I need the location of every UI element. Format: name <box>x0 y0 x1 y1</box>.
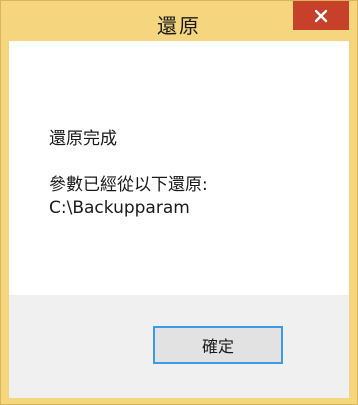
ok-button[interactable]: 確定 <box>153 326 283 364</box>
close-icon <box>314 9 328 23</box>
close-button[interactable] <box>293 1 349 30</box>
message-area: 還原完成 參數已經從以下還原: C:\Backupparam <box>49 128 208 220</box>
title-bar[interactable]: 還原 <box>1 1 357 41</box>
message-path-text: C:\Backupparam <box>49 198 190 218</box>
button-bar: 確定 <box>9 295 349 398</box>
dialog-content: 還原完成 參數已經從以下還原: C:\Backupparam 確定 <box>9 41 349 398</box>
message-status-text: 還原完成 <box>49 129 117 149</box>
restore-dialog: 還原 還原完成 參數已經從以下還原: C:\Backupparam 確定 <box>0 0 358 405</box>
message-detail-text: 參數已經從以下還原: <box>49 175 208 195</box>
